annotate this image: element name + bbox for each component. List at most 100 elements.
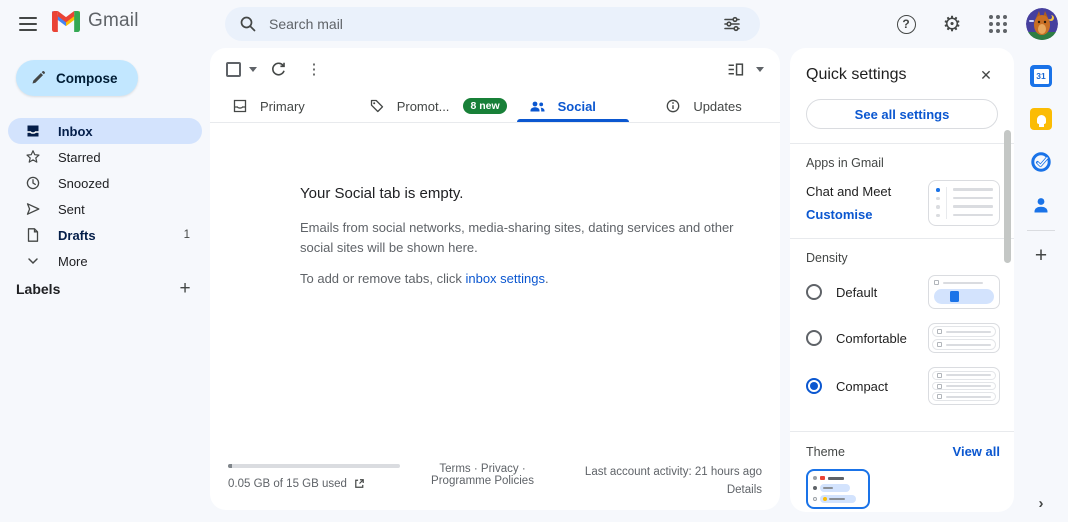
theme-thumbnail[interactable]	[806, 469, 870, 509]
tab-updates[interactable]: Updates	[643, 90, 780, 122]
theme-view-all-link[interactable]: View all	[953, 444, 1000, 459]
drafts-count: 1	[183, 229, 190, 241]
density-default-thumbnail	[928, 275, 1000, 309]
apps-in-gmail-section: Apps in Gmail Chat and Meet Customise	[790, 144, 1014, 238]
search-icon[interactable]	[239, 15, 257, 33]
product-name: Gmail	[88, 10, 139, 31]
gmail-logo-icon	[52, 10, 80, 32]
radio-comfortable[interactable]	[806, 330, 822, 346]
tab-active-indicator	[516, 119, 630, 122]
density-option-default[interactable]: Default	[806, 275, 1000, 309]
select-dropdown-icon[interactable]	[249, 66, 257, 72]
settings-gear-icon[interactable]: ⚙	[934, 6, 970, 42]
clock-icon	[24, 175, 42, 191]
search-bar[interactable]	[225, 7, 760, 41]
density-option-comfortable[interactable]: Comfortable	[806, 323, 1000, 353]
radio-compact[interactable]	[806, 378, 822, 394]
sidebar-item-more[interactable]: More	[8, 248, 202, 274]
people-icon	[529, 98, 546, 114]
more-options-icon[interactable]: ⋮	[299, 54, 329, 84]
empty-state-title: Your Social tab is empty.	[300, 185, 464, 202]
calendar-icon[interactable]: 31	[1029, 64, 1053, 88]
keep-icon[interactable]	[1029, 107, 1053, 131]
promotions-new-badge: 8 new	[463, 98, 507, 114]
draft-icon	[24, 227, 42, 243]
density-comfortable-thumbnail	[928, 323, 1000, 353]
close-icon[interactable]: ✕	[974, 63, 998, 87]
chat-and-meet-label: Chat and Meet	[806, 184, 892, 199]
inbox-icon	[24, 123, 42, 139]
footer-links: Terms · Privacy · Programme Policies	[431, 463, 534, 487]
storage-usage-text: 0.05 GB of 15 GB used	[228, 477, 347, 490]
apps-section-label: Apps in Gmail	[806, 156, 884, 170]
main-menu-icon[interactable]	[16, 12, 40, 36]
tab-promotions[interactable]: Promot... 8 new	[347, 90, 507, 122]
storage-progress-bar	[228, 464, 400, 468]
customise-link[interactable]: Customise	[806, 207, 872, 222]
tasks-icon[interactable]	[1029, 150, 1053, 174]
see-all-settings-button[interactable]: See all settings	[806, 99, 998, 129]
reading-pane-icon[interactable]	[720, 54, 750, 84]
star-icon	[24, 149, 42, 165]
chat-meet-thumbnail	[928, 180, 1000, 226]
tag-icon	[369, 98, 385, 114]
sidebar-item-snoozed[interactable]: Snoozed	[8, 170, 202, 196]
sidebar-item-sent[interactable]: Sent	[8, 196, 202, 222]
gmail-brand: Gmail	[52, 10, 139, 32]
tab-primary[interactable]: Primary	[210, 90, 347, 122]
get-add-ons-icon[interactable]: +	[1035, 244, 1047, 268]
terms-link[interactable]: Terms	[439, 463, 470, 475]
send-icon	[24, 201, 42, 217]
list-footer: 0.05 GB of 15 GB used Terms · Privacy · …	[210, 458, 780, 502]
empty-state-action: To add or remove tabs, click inbox setti…	[300, 271, 549, 286]
contacts-icon[interactable]	[1029, 193, 1053, 217]
select-all-checkbox[interactable]	[226, 61, 241, 77]
hide-side-panel-icon[interactable]: ›	[1014, 495, 1068, 512]
add-label-icon[interactable]: +	[172, 276, 198, 302]
tab-social[interactable]: Social	[507, 90, 644, 122]
side-panel-strip: 31 + ›	[1014, 48, 1068, 522]
help-icon[interactable]: ?	[888, 6, 924, 42]
compose-button[interactable]: Compose	[16, 60, 138, 96]
activity-details-link[interactable]: Details	[727, 484, 762, 496]
empty-state-body: Emails from social networks, media-shari…	[300, 220, 734, 255]
storage-info: 0.05 GB of 15 GB used	[228, 458, 418, 502]
sidebar: Compose Inbox Starred Snoozed Sent Draft…	[0, 48, 210, 522]
panel-scrollbar[interactable]	[1004, 130, 1011, 263]
strip-divider	[1027, 230, 1055, 231]
compose-label: Compose	[56, 70, 118, 86]
theme-section-label: Theme	[806, 444, 845, 459]
search-input[interactable]	[269, 16, 714, 32]
sidebar-item-drafts[interactable]: Drafts 1	[8, 222, 202, 248]
account-avatar[interactable]	[1026, 8, 1058, 40]
labels-title: Labels	[16, 281, 61, 297]
last-activity-text: Last account activity: 21 hours ago	[584, 466, 762, 478]
density-compact-thumbnail	[928, 367, 1000, 405]
sidebar-item-inbox[interactable]: Inbox	[8, 118, 202, 144]
topbar-actions: ? ⚙	[888, 4, 1058, 44]
list-toolbar: ⋮	[210, 48, 780, 90]
refresh-icon[interactable]	[263, 54, 293, 84]
density-section: Density Default Comfortable Compact	[790, 239, 1014, 431]
density-section-label: Density	[806, 251, 848, 265]
reading-pane-dropdown-icon[interactable]	[756, 66, 764, 72]
external-link-icon[interactable]	[353, 477, 366, 490]
privacy-link[interactable]: Privacy	[481, 463, 519, 475]
programme-policies-link[interactable]: Programme Policies	[431, 475, 534, 487]
sidebar-item-starred[interactable]: Starred	[8, 144, 202, 170]
inbox-tabs: Primary Promot... 8 new Social Updates	[210, 90, 780, 123]
sidebar-nav: Inbox Starred Snoozed Sent Drafts 1 More	[0, 118, 202, 274]
labels-header: Labels +	[16, 276, 198, 302]
inbox-settings-link[interactable]: inbox settings	[465, 271, 545, 286]
radio-default[interactable]	[806, 284, 822, 300]
quick-settings-title: Quick settings	[806, 66, 907, 83]
quick-settings-header: Quick settings ✕	[790, 48, 1014, 91]
density-option-compact[interactable]: Compact	[806, 367, 1000, 405]
empty-state: Your Social tab is empty. Emails from so…	[300, 185, 745, 286]
quick-settings-panel: Quick settings ✕ See all settings Apps i…	[790, 48, 1014, 512]
search-options-icon[interactable]	[714, 6, 750, 42]
google-apps-icon[interactable]	[980, 6, 1016, 42]
account-activity: Last account activity: 21 hours ago Deta…	[547, 458, 762, 502]
primary-tab-icon	[232, 98, 248, 114]
info-icon	[665, 98, 681, 114]
